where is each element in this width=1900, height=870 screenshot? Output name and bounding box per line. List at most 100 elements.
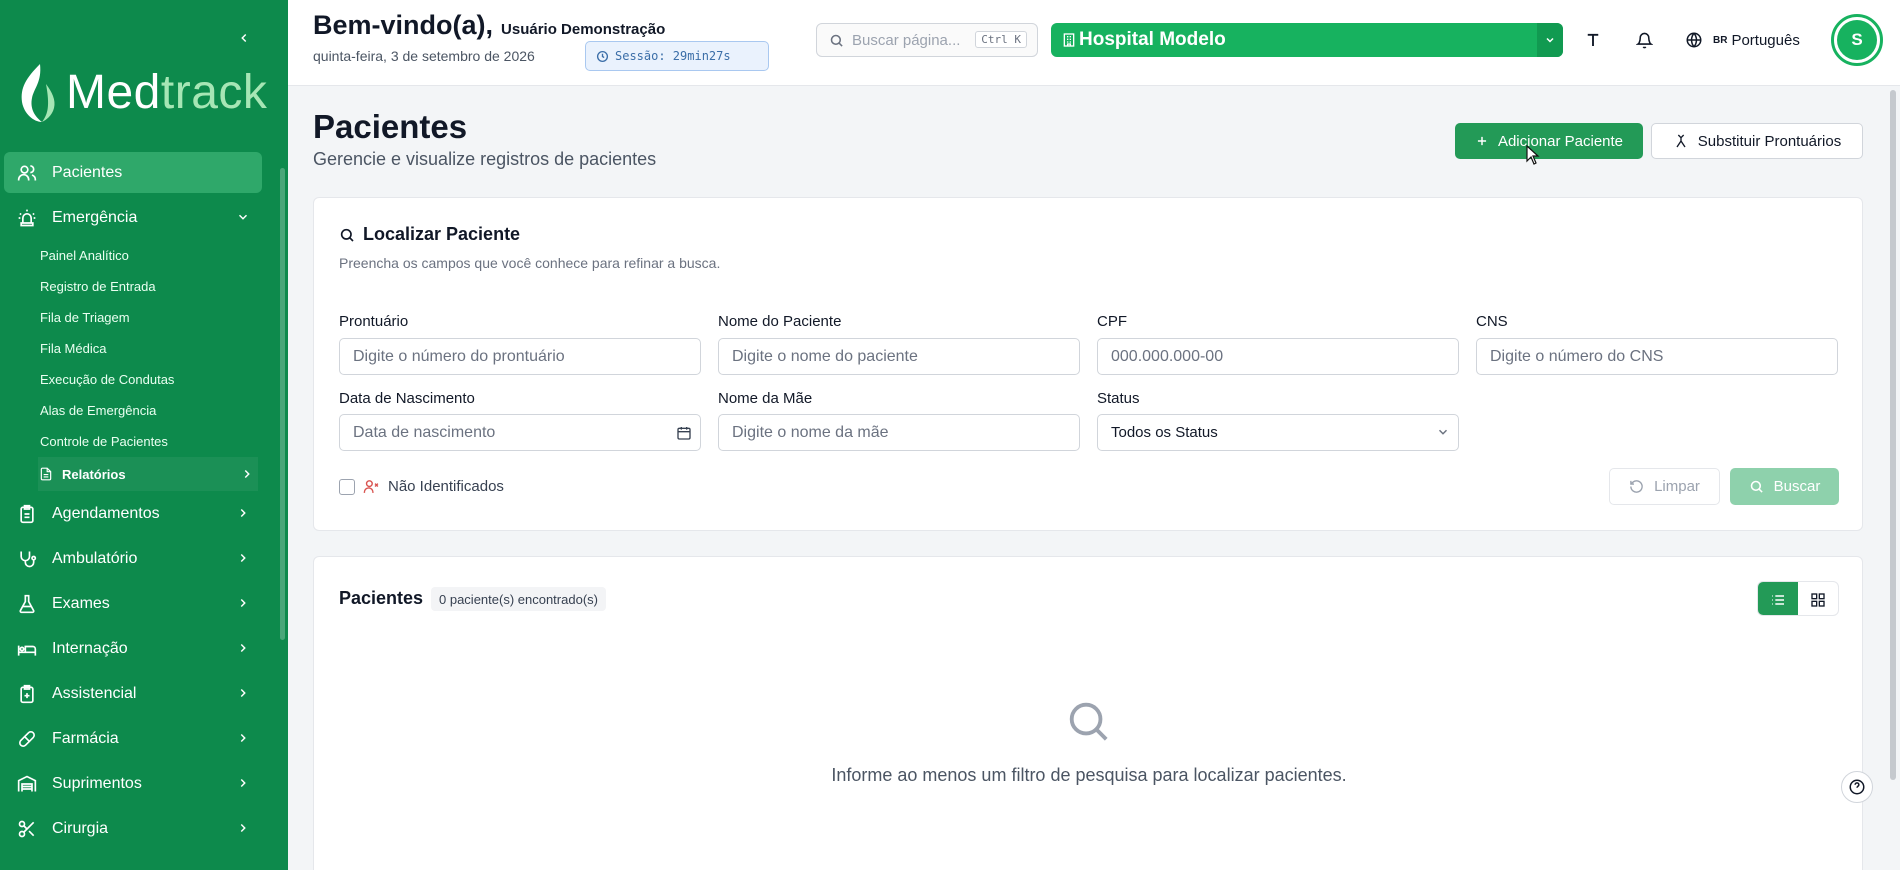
- avatar-initial: S: [1837, 20, 1877, 60]
- cpf-placeholder: 000.000.000-00: [1111, 347, 1224, 365]
- hospital-name: Hospital Modelo: [1079, 29, 1226, 50]
- user-x-icon: [363, 478, 380, 495]
- stethoscope-icon: [16, 548, 38, 570]
- grid-icon: [1811, 592, 1825, 607]
- flask-icon: [16, 593, 38, 615]
- submenu-item-fila-medica[interactable]: Fila Médica: [40, 333, 288, 364]
- mother-name-placeholder: Digite o nome da mãe: [732, 423, 889, 441]
- chevron-right-icon: [234, 504, 252, 522]
- reset-icon: [1629, 479, 1644, 494]
- empty-state-message: Informe ao menos um filtro de pesquisa p…: [831, 765, 1347, 785]
- patient-name-label: Nome do Paciente: [718, 313, 842, 330]
- sidebar-item-exames[interactable]: Exames: [0, 581, 288, 626]
- clock-icon: [596, 50, 609, 63]
- search-card-title-text: Localizar Paciente: [363, 224, 521, 244]
- sidebar-nav: Pacientes Emergência Painel Analítico Re…: [0, 152, 288, 851]
- user-name: Usuário Demonstração: [501, 21, 666, 38]
- status-select[interactable]: Todos os Status: [1097, 414, 1459, 451]
- checkbox-box[interactable]: [339, 478, 355, 495]
- bell-icon: [1635, 32, 1653, 48]
- plus-icon: [1475, 134, 1489, 148]
- prontuario-input[interactable]: Digite o número do prontuário: [339, 338, 701, 375]
- main-scrollbar[interactable]: [1890, 90, 1896, 780]
- add-patient-button[interactable]: Adicionar Paciente: [1455, 123, 1643, 159]
- submenu-item-alas-emergencia[interactable]: Alas de Emergência: [40, 395, 288, 426]
- submenu-item-fila-triagem[interactable]: Fila de Triagem: [40, 302, 288, 333]
- users-icon: [16, 162, 38, 184]
- sidebar-item-cirurgia[interactable]: Cirurgia: [0, 806, 288, 851]
- view-toggle: [1757, 581, 1839, 616]
- siren-icon: [16, 207, 38, 229]
- submenu-item-execucao-condutas[interactable]: Execução de Condutas: [40, 364, 288, 395]
- sidebar-item-assistencial[interactable]: Assistencial: [0, 671, 288, 716]
- replace-records-button[interactable]: Substituir Prontuários: [1651, 123, 1863, 159]
- logo-accent: track: [160, 66, 268, 119]
- sidebar-item-agendamentos[interactable]: Agendamentos: [0, 491, 288, 536]
- submenu-item-registro-entrada[interactable]: Registro de Entrada: [40, 271, 288, 302]
- unidentified-checkbox[interactable]: Não Identificados: [339, 478, 504, 495]
- chevron-right-icon: [234, 684, 252, 702]
- calendar-icon[interactable]: [676, 425, 692, 441]
- prontuario-placeholder: Digite o número do prontuário: [353, 347, 565, 365]
- merge-icon: [1673, 133, 1689, 149]
- language-selector[interactable]: BR Português: [1685, 27, 1800, 53]
- sidebar-item-farmacia[interactable]: Farmácia: [0, 716, 288, 761]
- logo-text: Medtrack: [66, 69, 267, 117]
- clipboard-plus-icon: [16, 683, 38, 705]
- welcome-text: Bem-vindo(a),: [313, 10, 494, 40]
- font-size-button[interactable]: [1580, 27, 1606, 53]
- prontuario-label: Prontuário: [339, 313, 409, 330]
- language-flag: BR: [1713, 34, 1728, 46]
- sidebar-item-label: Pacientes: [52, 163, 123, 181]
- cns-label: CNS: [1476, 313, 1508, 330]
- hospital-selector[interactable]: Hospital Modelo: [1051, 23, 1563, 57]
- cns-placeholder: Digite o número do CNS: [1490, 347, 1664, 365]
- sidebar-item-label: Internação: [52, 639, 128, 657]
- search-button[interactable]: Buscar: [1730, 468, 1839, 505]
- notifications-button[interactable]: [1631, 27, 1657, 53]
- patient-name-input[interactable]: Digite o nome do paciente: [718, 338, 1080, 375]
- mother-name-input[interactable]: Digite o nome da mãe: [718, 414, 1080, 451]
- patients-results-card: Pacientes 0 paciente(s) encontrado(s) In…: [313, 556, 1863, 870]
- cpf-input[interactable]: 000.000.000-00: [1097, 338, 1459, 375]
- page-subtitle: Gerencie e visualize registros de pacien…: [313, 149, 657, 169]
- flame-logo-icon: [21, 64, 55, 122]
- sidebar-item-suprimentos[interactable]: Suprimentos: [0, 761, 288, 806]
- patient-name-placeholder: Digite o nome do paciente: [732, 347, 918, 365]
- grid-view-button[interactable]: [1798, 582, 1838, 615]
- sidebar-item-ambulatorio[interactable]: Ambulatório: [0, 536, 288, 581]
- status-label: Status: [1097, 390, 1140, 407]
- search-placeholder: Buscar página...: [852, 31, 961, 49]
- clear-button[interactable]: Limpar: [1609, 468, 1720, 505]
- sidebar-item-label: Cirurgia: [52, 819, 109, 837]
- text-icon: [1587, 33, 1599, 46]
- sidebar-item-internacao[interactable]: Internação: [0, 626, 288, 671]
- chevron-right-icon: [234, 639, 252, 657]
- search-card-title: Localizar Paciente: [339, 224, 520, 245]
- building-icon: [1061, 32, 1077, 48]
- page-search-input[interactable]: Buscar página... Ctrl K: [816, 23, 1038, 57]
- sidebar-item-pacientes[interactable]: Pacientes: [4, 152, 262, 193]
- search-shortcut: Ctrl K: [975, 31, 1027, 48]
- report-icon: [38, 466, 54, 482]
- chevron-right-icon: [234, 819, 252, 837]
- sidebar-item-emergencia[interactable]: Emergência: [0, 195, 288, 240]
- chevron-right-icon: [234, 729, 252, 747]
- submenu-item-painel-analitico[interactable]: Painel Analítico: [40, 240, 288, 271]
- sidebar-item-label: Farmácia: [52, 729, 119, 747]
- sidebar-item-label: Emergência: [52, 208, 138, 226]
- sidebar-item-label: Assistencial: [52, 684, 137, 702]
- birthdate-input[interactable]: Data de nascimento: [339, 414, 701, 451]
- cns-input[interactable]: Digite o número do CNS: [1476, 338, 1838, 375]
- sidebar-item-label: Suprimentos: [52, 774, 142, 792]
- user-avatar[interactable]: S: [1831, 14, 1883, 66]
- pill-icon: [16, 728, 38, 750]
- list-view-button[interactable]: [1758, 582, 1798, 615]
- submenu-item-controle-pacientes[interactable]: Controle de Pacientes: [40, 426, 288, 457]
- help-button[interactable]: [1841, 771, 1873, 803]
- add-patient-label: Adicionar Paciente: [1497, 132, 1624, 150]
- submenu-item-relatorios[interactable]: Relatórios: [38, 457, 258, 491]
- collapse-sidebar-button[interactable]: [234, 26, 254, 50]
- submenu-item-label: Relatórios: [62, 466, 126, 482]
- chevron-right-icon: [238, 465, 256, 483]
